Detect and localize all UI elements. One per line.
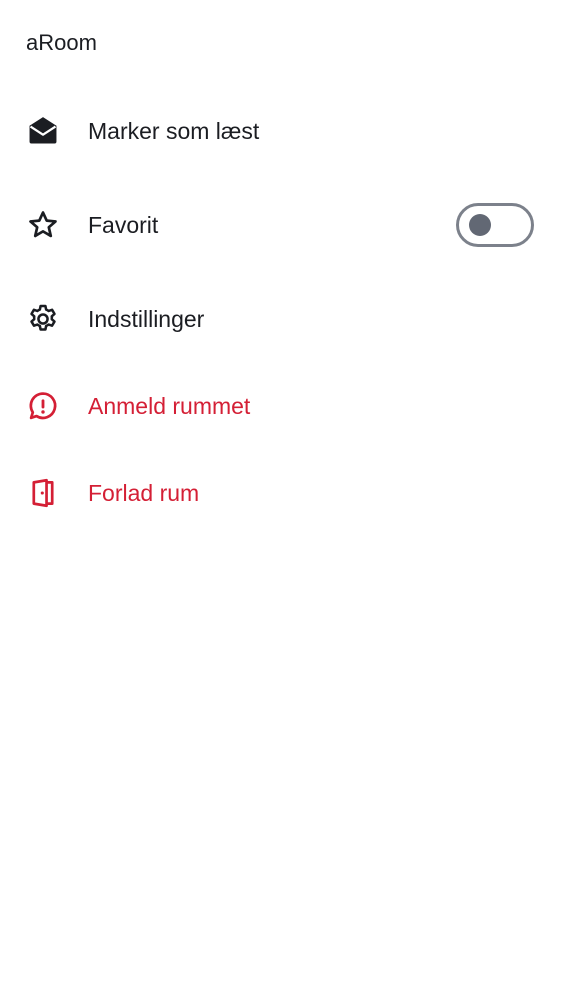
- gear-icon: [26, 302, 60, 336]
- settings-label: Indstillinger: [88, 306, 205, 332]
- room-title: aRoom: [26, 30, 97, 55]
- toggle-knob: [469, 214, 491, 236]
- mail-open-icon: [26, 114, 60, 148]
- report-room-label: Anmeld rummet: [88, 393, 251, 419]
- settings-item[interactable]: Indstillinger: [0, 279, 562, 359]
- report-icon: [26, 389, 60, 423]
- report-room-item[interactable]: Anmeld rummet: [0, 366, 562, 446]
- mark-as-read-label: Marker som læst: [88, 118, 260, 144]
- favorite-item[interactable]: Favorit: [0, 185, 562, 265]
- leave-room-item[interactable]: Forlad rum: [0, 453, 562, 533]
- room-options-sheet: aRoom Marker som læst Favorit Indstillin…: [0, 0, 562, 1000]
- mark-as-read-item[interactable]: Marker som læst: [0, 91, 562, 171]
- star-icon: [26, 208, 60, 242]
- favorite-label: Favorit: [88, 212, 159, 238]
- leave-door-icon: [26, 476, 60, 510]
- favorite-toggle[interactable]: [456, 203, 534, 247]
- leave-room-label: Forlad rum: [88, 480, 200, 506]
